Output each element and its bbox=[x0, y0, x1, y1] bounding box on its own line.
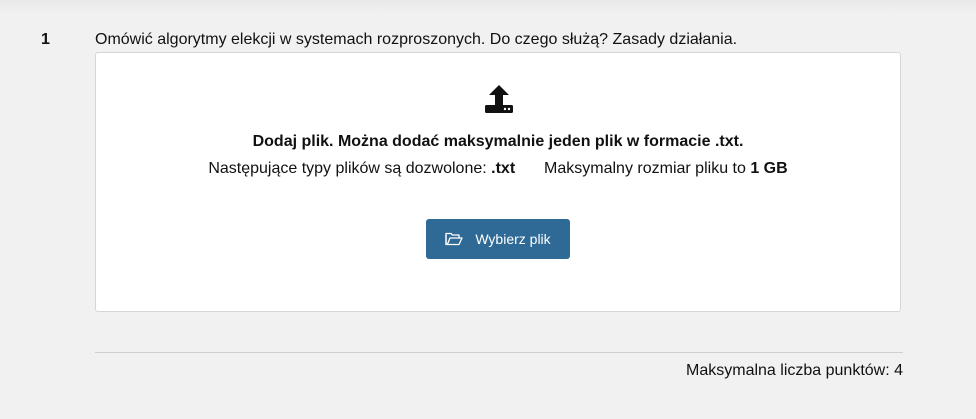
choose-file-button[interactable]: Wybierz plik bbox=[426, 219, 570, 259]
question-number: 1 bbox=[41, 31, 50, 48]
allowed-types-label: Następujące typy plików są dozwolone: bbox=[208, 160, 487, 177]
upload-icon bbox=[485, 85, 513, 113]
max-size-value: 1 GB bbox=[750, 160, 788, 177]
max-size-label: Maksymalny rozmiar pliku to bbox=[544, 160, 746, 177]
file-upload-dropzone[interactable]: Dodaj plik. Można dodać maksymalnie jede… bbox=[95, 52, 901, 312]
divider bbox=[95, 352, 903, 353]
question-text: Omówić algorytmy elekcji w systemach roz… bbox=[95, 31, 738, 48]
folder-open-icon bbox=[445, 232, 463, 246]
choose-file-label: Wybierz plik bbox=[475, 231, 551, 247]
max-points: Maksymalna liczba punktów: 4 bbox=[686, 362, 903, 379]
upload-instructions: Dodaj plik. Można dodać maksymalnie jede… bbox=[252, 133, 744, 150]
question-page: 1 Omówić algorytmy elekcji w systemach r… bbox=[0, 0, 976, 419]
allowed-types-value: .txt bbox=[491, 160, 516, 177]
upload-constraints: Następujące typy plików są dozwolone: .t… bbox=[96, 160, 900, 178]
